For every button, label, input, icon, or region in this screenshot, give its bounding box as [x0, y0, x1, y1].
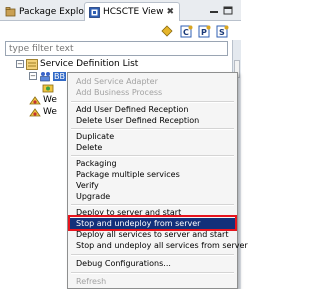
tree-node-child-web-2[interactable]: We [29, 106, 57, 118]
menu-item-upgrade[interactable]: Upgrade [76, 191, 110, 202]
tree-node-child-web-1[interactable]: We [29, 94, 57, 106]
document-c-icon: C [180, 25, 192, 37]
tree-child-label: We [43, 95, 57, 105]
hcscte-view-icon [89, 6, 100, 18]
view-toolbar: C P S [0, 21, 241, 40]
service-list-icon [26, 58, 38, 70]
svg-text:P: P [201, 28, 207, 37]
service-node-icon [40, 71, 50, 81]
adapter-icon [42, 84, 54, 92]
maximize-icon[interactable] [223, 6, 233, 15]
document-p-icon: P [198, 25, 210, 37]
tab-hcscte-view[interactable]: HCSCTE View ✖ [84, 2, 180, 21]
toolbar-button-c[interactable]: C [179, 24, 193, 38]
menu-item-debug-configurations[interactable]: Debug Configurations... [76, 258, 171, 269]
menu-item-package-multiple-services[interactable]: Package multiple services [76, 169, 180, 180]
view-tab-bar: Package Explorer HCSCTE View ✖ [0, 0, 241, 21]
close-icon[interactable]: ✖ [166, 7, 174, 17]
svg-text:C: C [183, 28, 189, 37]
menu-item-packaging[interactable]: Packaging [76, 158, 117, 169]
tab-package-explorer[interactable]: Package Explorer [1, 2, 97, 21]
collapse-toggle-icon[interactable]: − [29, 72, 37, 80]
selected-node-label: BB [53, 71, 66, 81]
tree-node-selected[interactable]: − BB [29, 70, 66, 82]
tree-child-label: We [43, 107, 57, 117]
toolbar-button-p[interactable]: P [197, 24, 211, 38]
tree-node-child[interactable] [42, 82, 54, 94]
menu-item-delete[interactable]: Delete [76, 142, 102, 153]
svg-text:S: S [219, 28, 225, 37]
menu-separator [71, 128, 234, 130]
menu-item-add-service-adapter[interactable]: Add Service Adapter [76, 76, 158, 87]
menu-separator [71, 272, 234, 274]
tree-root-row[interactable]: − Service Definition List [16, 58, 138, 70]
annotation-highlight-box [68, 215, 237, 231]
menu-separator [71, 155, 234, 157]
collapse-all-button[interactable] [160, 24, 174, 38]
tab-hcscte-view-label: HCSCTE View [103, 7, 164, 17]
web-service-icon [29, 95, 41, 104]
menu-item-add-business-process[interactable]: Add Business Process [76, 87, 162, 98]
toolbar-button-s[interactable]: S [215, 24, 229, 38]
menu-separator [71, 254, 234, 256]
context-menu: Add Service Adapter Add Business Process… [67, 72, 248, 289]
package-icon [5, 7, 16, 17]
menu-item-delete-user-defined-reception[interactable]: Delete User Defined Reception [76, 115, 199, 126]
diamond-icon [161, 25, 173, 37]
document-s-icon: S [216, 25, 228, 37]
menu-item-stop-and-undeploy-all-services[interactable]: Stop and undeploy all services from serv… [76, 240, 248, 251]
menu-item-duplicate[interactable]: Duplicate [76, 131, 114, 142]
web-service-icon [29, 107, 41, 116]
menu-separator [71, 101, 234, 103]
menu-item-add-user-defined-reception[interactable]: Add User Defined Reception [76, 104, 188, 115]
minimize-icon[interactable] [209, 6, 219, 15]
collapse-toggle-icon[interactable]: − [16, 60, 24, 68]
tree-root-label: Service Definition List [40, 59, 139, 69]
filter-input[interactable] [5, 41, 228, 56]
menu-item-verify[interactable]: Verify [76, 180, 99, 191]
menu-separator [71, 204, 234, 206]
menu-item-refresh[interactable]: Refresh [76, 276, 106, 287]
